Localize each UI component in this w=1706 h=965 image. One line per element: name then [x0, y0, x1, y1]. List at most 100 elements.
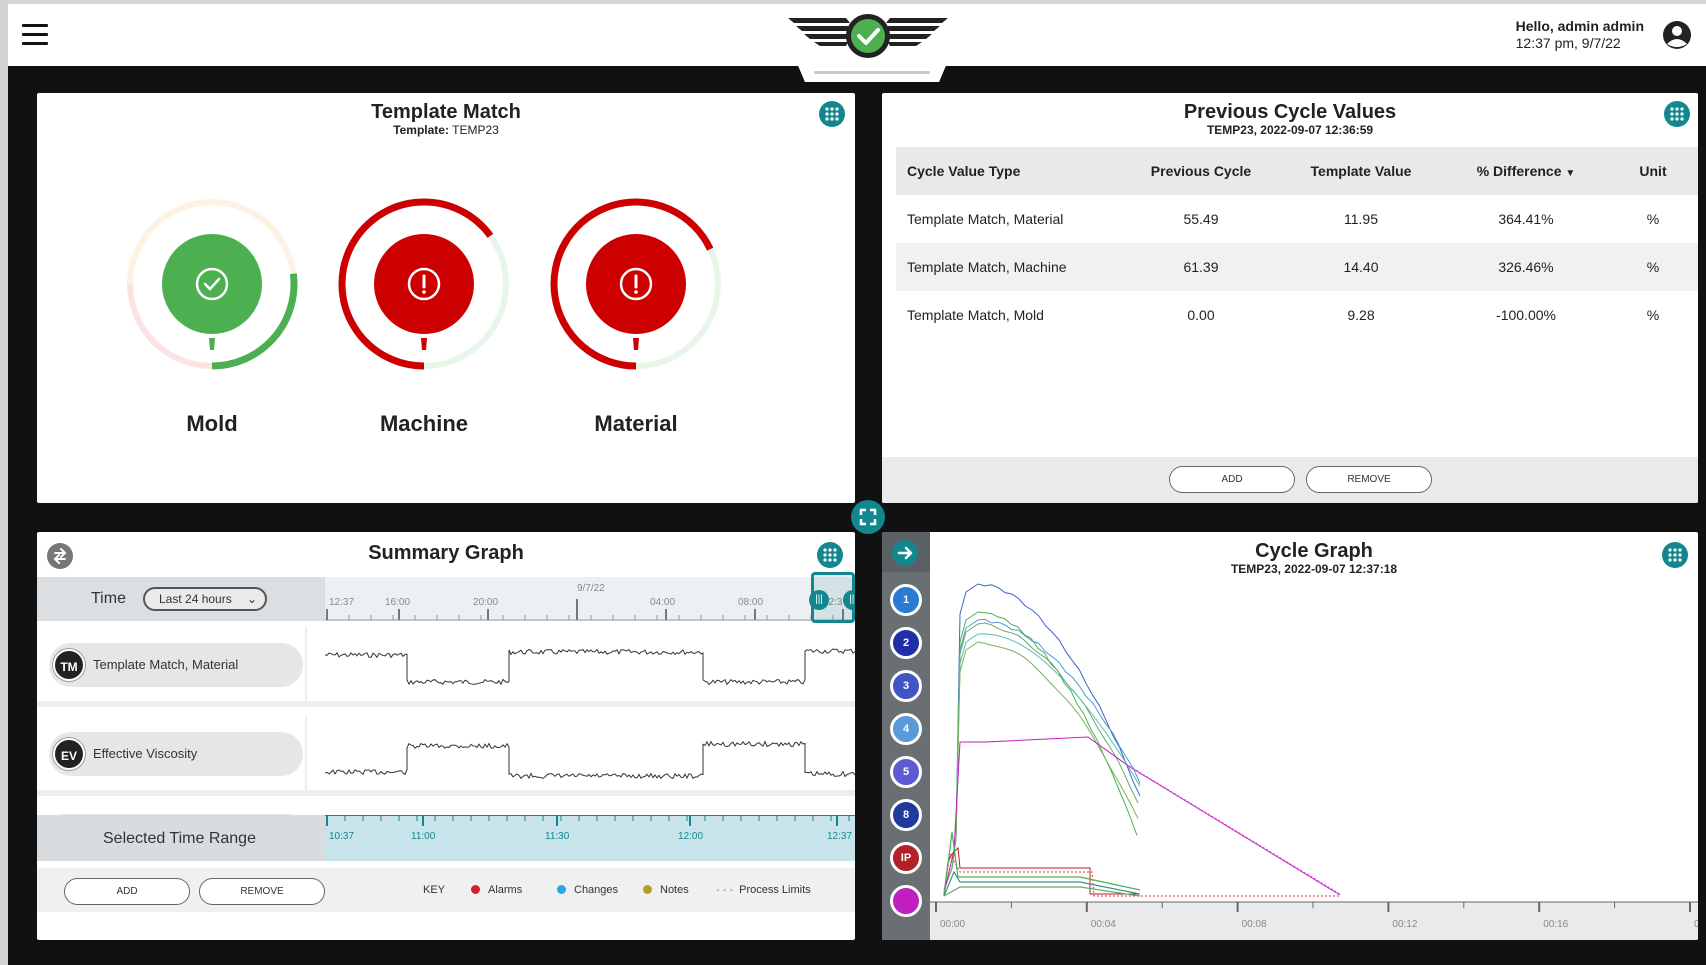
summary-graph-panel: Summary Graph Time Last 24 hours ⌄ 9/7/2… — [37, 532, 855, 940]
cell-previous: 55.49 — [1183, 211, 1219, 227]
grid-icon — [1670, 107, 1684, 121]
cell-type: Template Match, Material — [907, 211, 1064, 227]
gauge-label: Material — [594, 411, 678, 436]
time-tick-label: 04:00 — [650, 597, 676, 608]
ip-curve-extension — [1125, 763, 1341, 895]
key-label: Notes — [660, 884, 689, 896]
sequence-button-extra[interactable] — [890, 885, 922, 917]
table-row[interactable]: Template Match, Machine 61.39 14.40 326.… — [896, 243, 1698, 291]
cell-unit: % — [1646, 307, 1660, 323]
panel-footer: ADD REMOVE — [882, 457, 1698, 503]
panel-menu-button[interactable] — [819, 101, 845, 127]
template-value: TEMP23 — [452, 123, 499, 137]
sequence-button-1[interactable]: 1 — [890, 584, 922, 616]
selected-tick-label: 10:37 — [329, 831, 355, 842]
collapse-rail-button[interactable] — [892, 540, 918, 566]
cell-type: Template Match, Machine — [896, 243, 1126, 291]
cycle-curve — [943, 633, 1141, 891]
grid-icon — [823, 548, 837, 562]
summary-row: TM Template Match, Material — [37, 627, 855, 707]
add-button[interactable]: ADD — [64, 878, 190, 905]
key-label: Changes — [574, 884, 619, 896]
column-header[interactable]: Unit — [1606, 147, 1698, 195]
column-header[interactable]: Previous Cycle — [1126, 147, 1276, 195]
add-button[interactable]: ADD — [1169, 466, 1295, 493]
series-chip[interactable]: TM Template Match, Material — [49, 643, 303, 687]
panel-title: Template Match — [371, 101, 521, 123]
user-account-icon[interactable] — [1662, 20, 1692, 50]
greeting-text: Hello, admin admin — [1515, 18, 1644, 34]
sequence-button-8[interactable]: 8 — [890, 799, 922, 831]
fullscreen-icon — [859, 508, 877, 526]
cycle-curve — [943, 583, 1141, 891]
sparkline — [325, 648, 855, 686]
check-circle-icon — [127, 199, 298, 370]
remove-button[interactable]: REMOVE — [199, 878, 325, 905]
x-tick-label: 00:04 — [1091, 919, 1116, 930]
time-tick-label: 20:00 — [473, 597, 499, 608]
panel-menu-button[interactable] — [817, 542, 843, 568]
cycle-plot[interactable]: 00:00 00:04 00:08 00:12 00:16 00:20 — [930, 532, 1698, 940]
range-handle-left[interactable]: ||| — [809, 590, 829, 610]
column-header[interactable]: Template Value — [1276, 147, 1446, 195]
table-row[interactable]: Template Match, Material 55.49 11.95 364… — [896, 195, 1698, 243]
gauge-label: Mold — [186, 411, 238, 436]
time-tick-label: 16:00 — [385, 597, 411, 608]
key-label: Process Limits — [739, 884, 811, 896]
cell-previous: 0.00 — [1187, 307, 1215, 323]
selected-tick-label: 12:00 — [678, 831, 704, 842]
cycle-graph-panel: 1 2 3 4 5 8 IP Cycle Graph TEMP23, 2022-09-07 … — [882, 532, 1698, 940]
time-range-select[interactable]: Last 24 hours ⌄ — [143, 587, 267, 611]
selected-range-strip: Selected Time Range 10:37 11:00 11:30 12… — [37, 815, 855, 861]
note-dot-icon — [643, 885, 652, 894]
key-title: KEY — [423, 884, 446, 896]
sequence-rail: 1 2 3 4 5 8 IP — [882, 532, 930, 940]
cell-template: 11.95 — [1344, 211, 1378, 227]
time-range-value: Last 24 hours — [159, 592, 232, 606]
template-match-panel: Template Match Template: TEMP23 Mold Mac… — [37, 93, 855, 503]
cell-template: 9.28 — [1347, 307, 1375, 323]
cell-type: Template Match, Mold — [907, 307, 1044, 323]
cell-unit: % — [1646, 211, 1660, 227]
gauge-material[interactable]: Material — [541, 189, 731, 439]
column-header-sorted[interactable]: % Difference ▼ — [1446, 147, 1606, 195]
panel-subtitle: TEMP23, 2022-09-07 12:36:59 — [1206, 123, 1374, 137]
column-header[interactable]: Cycle Value Type — [896, 147, 1126, 195]
table-header-row: Cycle Value Type Previous Cycle Template… — [896, 147, 1698, 195]
arrow-right-icon — [897, 546, 913, 560]
sequence-button-2[interactable]: 2 — [890, 627, 922, 659]
series-badge: TM — [53, 649, 85, 681]
selected-timeline[interactable]: 10:37 11:00 11:30 12:00 12:37 — [325, 815, 855, 861]
template-label: Template: — [393, 123, 449, 137]
gauge-mold[interactable]: Mold — [117, 189, 307, 439]
series-chip[interactable]: EV Effective Viscosity — [49, 732, 303, 776]
sparkline — [325, 740, 855, 780]
x-axis-band — [930, 902, 1698, 940]
sequence-button-5[interactable]: 5 — [890, 756, 922, 788]
overview-timeline[interactable]: 9/7/22 12:37 16:00 20:00 04:00 08:00 12:… — [325, 577, 855, 621]
cycle-curve — [943, 622, 1139, 891]
alert-circle-icon — [338, 198, 509, 370]
sequence-button-3[interactable]: 3 — [890, 670, 922, 702]
alert-circle-icon — [550, 198, 721, 370]
app-logo — [788, 14, 948, 58]
panel-menu-button[interactable] — [1664, 101, 1690, 127]
cell-difference: -100.00% — [1496, 307, 1556, 323]
table-row[interactable]: Template Match, Mold 0.00 9.28 -100.00% … — [896, 291, 1698, 339]
date-label: 9/7/22 — [577, 583, 605, 594]
x-tick-label: 00:20 — [1694, 919, 1698, 930]
alarm-dot-icon — [471, 885, 480, 894]
series-label: Template Match, Material — [93, 657, 239, 672]
sequence-button-4[interactable]: 4 — [890, 713, 922, 745]
expand-button[interactable] — [851, 500, 885, 534]
remove-button[interactable]: REMOVE — [1306, 466, 1432, 493]
current-datetime: 12:37 pm, 9/7/22 — [1515, 35, 1621, 51]
column-header-label: % Difference — [1476, 163, 1562, 179]
selected-range-label: Selected Time Range — [103, 830, 256, 847]
selected-timeline-ticks — [325, 815, 855, 826]
gauge-machine[interactable]: Machine — [329, 189, 519, 439]
x-tick-label: 00:12 — [1392, 919, 1417, 930]
sequence-button-ip[interactable]: IP — [890, 842, 922, 874]
cell-difference: 326.46% — [1446, 243, 1606, 291]
menu-icon[interactable] — [22, 24, 48, 46]
